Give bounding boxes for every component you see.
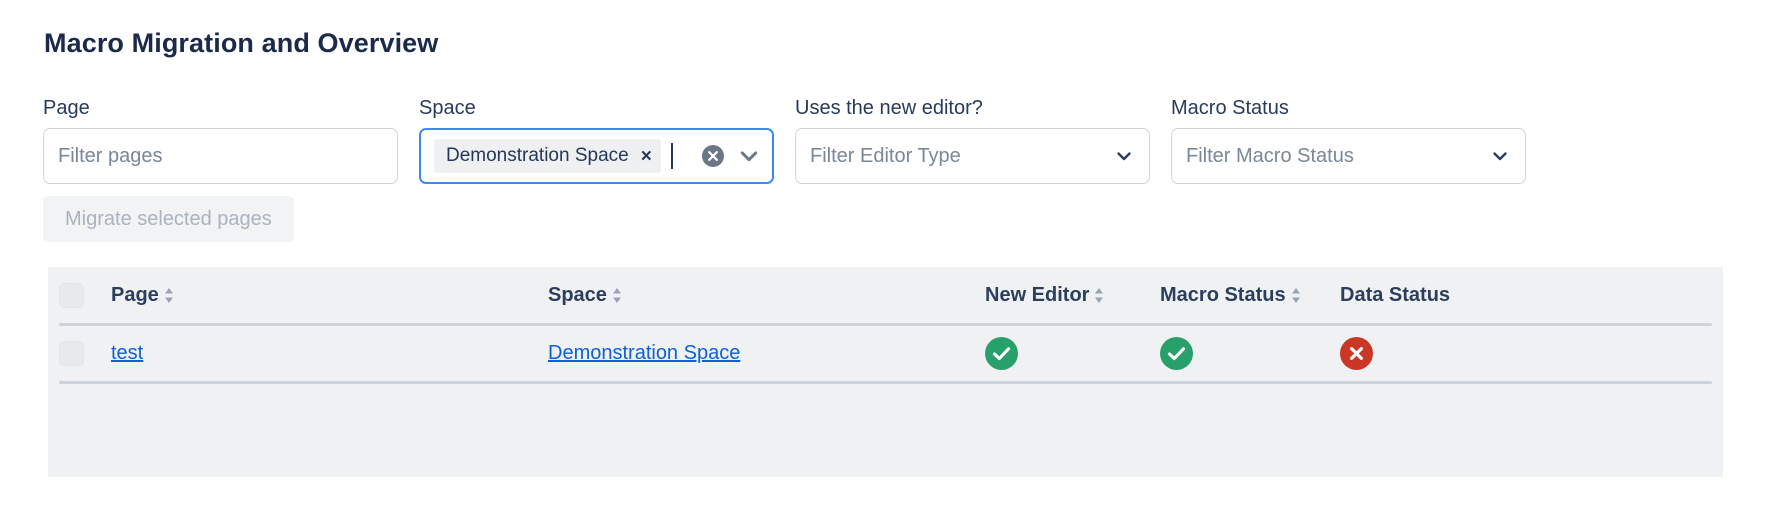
- space-link[interactable]: Demonstration Space: [548, 342, 740, 364]
- table-row: test Demonstration Space: [48, 326, 1723, 381]
- sort-icon[interactable]: [1094, 287, 1104, 304]
- column-header-page[interactable]: Page: [111, 284, 548, 307]
- close-icon[interactable]: ×: [641, 147, 652, 166]
- page-filter-input-wrapper[interactable]: Filter pages: [43, 128, 398, 184]
- filter-macro-status: Macro Status Filter Macro Status: [1171, 96, 1526, 184]
- cell-new-editor: [985, 337, 1160, 370]
- table-header-row: Page Space New Edito: [48, 267, 1723, 323]
- pages-table: Page Space New Edito: [48, 267, 1723, 477]
- row-select-cell: [59, 341, 111, 366]
- clear-all-icon[interactable]: [702, 145, 724, 167]
- sort-icon[interactable]: [1291, 287, 1301, 304]
- column-header-page-label: Page: [111, 284, 159, 307]
- text-cursor: [671, 143, 673, 169]
- cell-data-status: [1340, 337, 1540, 370]
- space-filter-actions: [702, 145, 760, 167]
- filter-space-label: Space: [419, 96, 774, 120]
- page-title: Macro Migration and Overview: [44, 28, 438, 59]
- column-header-space[interactable]: Space: [548, 284, 985, 307]
- column-header-data-status-label: Data Status: [1340, 284, 1450, 307]
- x-circle-icon: [1340, 337, 1373, 370]
- filter-editor-type-label: Uses the new editor?: [795, 96, 1150, 120]
- column-header-macro-status[interactable]: Macro Status: [1160, 284, 1340, 307]
- chevron-down-icon[interactable]: [1491, 147, 1509, 165]
- column-header-data-status: Data Status: [1340, 284, 1540, 307]
- column-header-space-label: Space: [548, 284, 607, 307]
- filter-space: Space Demonstration Space ×: [419, 96, 774, 184]
- page-filter-placeholder: Filter pages: [58, 145, 163, 168]
- cell-macro-status: [1160, 337, 1340, 370]
- chevron-down-icon[interactable]: [738, 145, 760, 167]
- macro-status-placeholder: Filter Macro Status: [1186, 145, 1354, 168]
- cell-space: Demonstration Space: [548, 342, 985, 365]
- editor-type-placeholder: Filter Editor Type: [810, 145, 961, 168]
- row-select-checkbox[interactable]: [59, 341, 84, 366]
- column-header-new-editor-label: New Editor: [985, 284, 1089, 307]
- space-token: Demonstration Space ×: [434, 139, 661, 173]
- check-circle-icon: [1160, 337, 1193, 370]
- filter-page-label: Page: [43, 96, 398, 120]
- check-circle-icon: [985, 337, 1018, 370]
- filter-page: Page Filter pages: [43, 96, 398, 184]
- page-link[interactable]: test: [111, 342, 143, 364]
- cell-page: test: [111, 342, 548, 365]
- select-all-checkbox[interactable]: [59, 283, 84, 308]
- macro-status-select[interactable]: Filter Macro Status: [1171, 128, 1526, 184]
- filter-macro-status-label: Macro Status: [1171, 96, 1526, 120]
- space-token-label: Demonstration Space: [446, 145, 629, 167]
- chevron-down-icon[interactable]: [1115, 147, 1133, 165]
- filter-bar: Page Filter pages Space Demonstration Sp…: [43, 96, 1723, 184]
- sort-icon[interactable]: [164, 287, 174, 304]
- row-divider: [59, 381, 1712, 384]
- select-all-cell: [59, 283, 111, 308]
- column-header-macro-status-label: Macro Status: [1160, 284, 1286, 307]
- migrate-selected-pages-button[interactable]: Migrate selected pages: [43, 196, 294, 242]
- macro-migration-page: Macro Migration and Overview Page Filter…: [0, 0, 1776, 506]
- filter-editor-type: Uses the new editor? Filter Editor Type: [795, 96, 1150, 184]
- space-filter-multiselect[interactable]: Demonstration Space ×: [419, 128, 774, 184]
- editor-type-select[interactable]: Filter Editor Type: [795, 128, 1150, 184]
- sort-icon[interactable]: [612, 287, 622, 304]
- column-header-new-editor[interactable]: New Editor: [985, 284, 1160, 307]
